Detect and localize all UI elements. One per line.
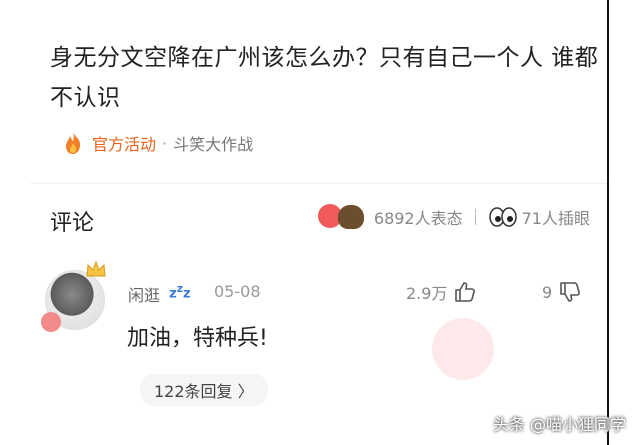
crown-icon: [86, 260, 106, 277]
reactions-button[interactable]: 6892人表态: [317, 204, 463, 230]
avatar-badge-icon: [41, 312, 61, 332]
reactions-summary: 6892人表态 71人插眼: [317, 204, 590, 230]
eye-count: 71人插眼: [521, 209, 590, 228]
user-avatar[interactable]: [41, 260, 106, 332]
post-title: 身无分文空降在广州该怎么办？只有自己一个人 谁都不认识: [50, 45, 599, 111]
comment-date: 05-08: [214, 282, 261, 301]
eye-button[interactable]: 71人插眼: [488, 205, 590, 229]
dislike-button[interactable]: 9: [542, 280, 582, 304]
dislike-count: 9: [542, 282, 553, 302]
salute-emoji-icon: [337, 205, 364, 229]
source-watermark: 头条 @喵小狸同学: [492, 415, 626, 434]
topic-name[interactable]: 斗笑大作战: [173, 131, 253, 155]
comments-header: 评论: [50, 211, 95, 236]
comment-user-name[interactable]: 闲逛 zzz: [128, 282, 191, 306]
thumbs-up-icon: [455, 282, 476, 302]
zzz-icon: zzz: [169, 282, 191, 302]
comment-text: 加油，特种兵!: [127, 326, 268, 351]
user-name-text: 闲逛: [128, 286, 161, 305]
eyes-icon: [488, 206, 518, 228]
section-divider: [30, 183, 610, 184]
scrollbar-edge: [607, 0, 609, 445]
view-replies-button[interactable]: 122条回复 〉: [140, 374, 268, 406]
reaction-emoji-icons: [317, 204, 368, 230]
comment-item: 闲逛 zzz 05-08 2.9万 9 加油，特种兵! 122条回复 〉: [40, 260, 600, 412]
official-activity-link[interactable]: 官方活动: [92, 131, 156, 155]
activity-tag-row[interactable]: 官方活动 · 斗笑大作战: [62, 130, 253, 156]
fire-icon: [62, 131, 84, 155]
reactions-divider: [474, 209, 476, 225]
reactions-count: 6892人表态: [373, 209, 463, 228]
like-button[interactable]: 2.9万: [406, 280, 477, 304]
background-watermark-icon: [432, 318, 494, 380]
tag-separator: ·: [162, 133, 168, 153]
like-count: 2.9万: [406, 284, 448, 303]
thumbs-down-icon: [560, 282, 581, 302]
